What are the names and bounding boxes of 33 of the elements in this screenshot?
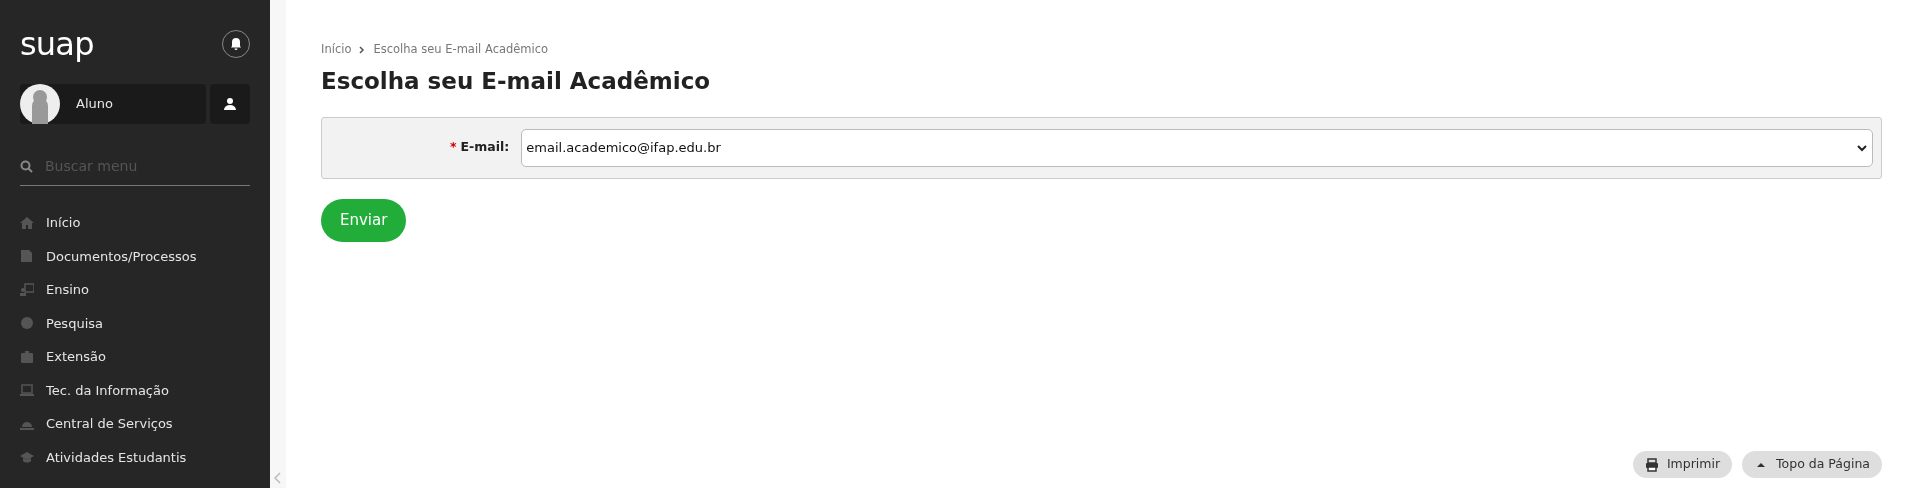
menu-item[interactable]: Tec. da Informação [20,373,250,407]
menu-item[interactable]: Atividades Estudantis [20,440,250,474]
document-icon [20,249,34,264]
footer-button[interactable]: Imprimir [1632,451,1733,478]
email-select[interactable]: email.academico@ifap.edu.br [521,128,1873,167]
menu-item[interactable]: Ensino [20,273,250,307]
page-title: Escolha seu E-mail Acadêmico [321,67,712,97]
printer-icon [1644,457,1659,472]
avatar-icon [20,84,60,124]
chevron-down-icon [1856,143,1868,152]
bell-icon [229,37,243,51]
home-icon [20,215,34,230]
laptop-icon [20,383,34,398]
user-name: Aluno [76,95,113,114]
search-icon [20,160,33,173]
menu-item[interactable]: Pesquisa [20,306,250,340]
chevron-right-icon [359,45,366,54]
menu-item[interactable]: Extensão [20,340,250,374]
teacher-icon [20,282,34,297]
profile-button[interactable] [210,84,250,124]
logo[interactable]: suap [20,28,94,60]
breadcrumb-item: Escolha seu E-mail Acadêmico [373,41,549,58]
user-icon [224,98,236,110]
menu-item[interactable]: Início [20,206,250,240]
menu-item[interactable]: Central de Serviços [20,407,250,441]
user-card[interactable]: Aluno [20,84,206,124]
footer-button[interactable]: Topo da Página [1742,451,1882,478]
briefcase-icon [20,349,34,364]
graduation-cap-icon [20,450,34,465]
breadcrumb-item[interactable]: Início [321,41,352,59]
email-label-text: E-mail: [460,139,510,155]
menu-item[interactable]: Documentos/Processos [20,239,250,273]
required-mark: * [450,139,457,155]
